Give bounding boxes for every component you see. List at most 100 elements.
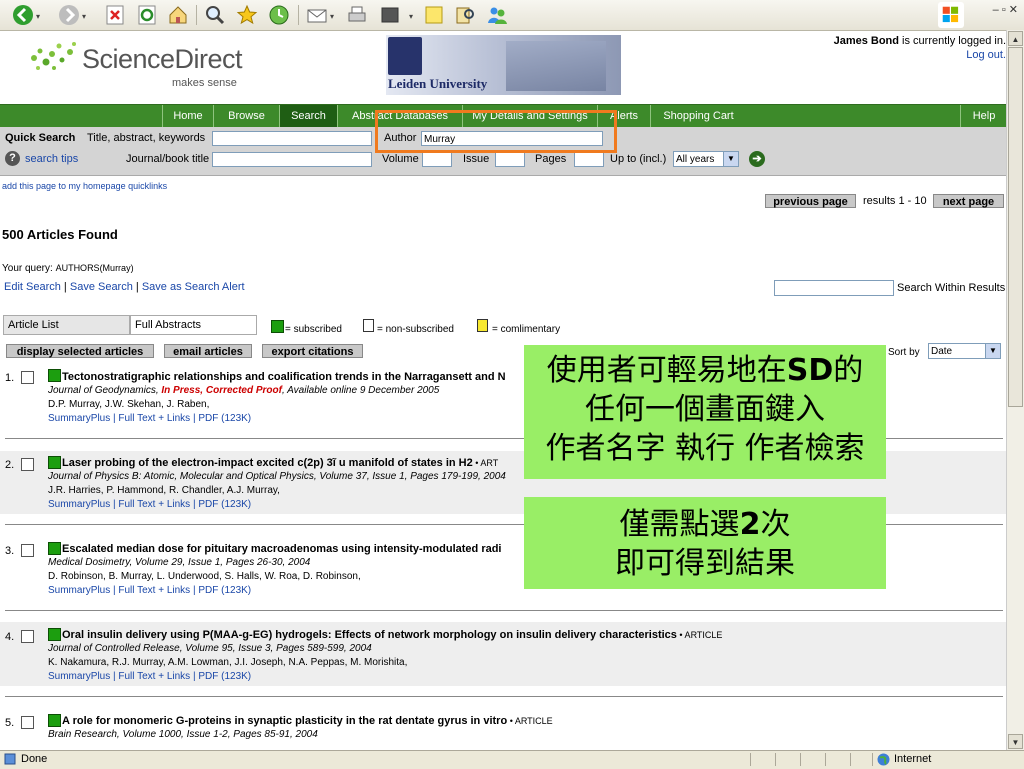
zone-text: Internet: [894, 753, 932, 765]
notes-icon[interactable]: [423, 4, 445, 26]
help-icon[interactable]: ?: [5, 151, 20, 166]
edit-icon[interactable]: [379, 4, 401, 26]
quicklinks-link[interactable]: add this page to my homepage quicklinks: [2, 181, 167, 191]
status-cell: [850, 753, 851, 766]
divider: [5, 610, 1003, 611]
article-title[interactable]: Oral insulin delivery using P(MAA-g-EG) …: [62, 629, 722, 641]
scroll-up-icon[interactable]: ▲: [1008, 31, 1023, 46]
annotation-box-author-search: 使用者可輕易地在SD的 任何一個畫面鍵入 作者名字 執行 作者檢索: [524, 345, 886, 479]
email-articles-button[interactable]: email articles: [164, 344, 252, 358]
sciencedirect-logo[interactable]: ScienceDirect: [82, 44, 243, 75]
institution-name: Leiden University: [388, 76, 488, 91]
article-title[interactable]: Tectonostratigraphic relationships and c…: [62, 371, 506, 383]
back-dropdown-icon[interactable]: ▾: [36, 12, 40, 21]
tab-full-abstracts[interactable]: Full Abstracts: [130, 315, 257, 335]
history-icon[interactable]: [268, 4, 290, 26]
subscribed-icon: [271, 320, 284, 333]
pages-label: Pages: [535, 153, 567, 165]
article-links[interactable]: SummaryPlus | Full Text + Links | PDF (1…: [48, 413, 251, 424]
export-citations-button[interactable]: export citations: [262, 344, 363, 358]
logout-link[interactable]: Log out.: [966, 49, 1006, 61]
go-arrow-icon[interactable]: ➔: [749, 151, 765, 167]
article-authors: D. Robinson, B. Murray, L. Underwood, S.…: [48, 571, 361, 582]
search-icon[interactable]: [204, 4, 226, 26]
years-select[interactable]: All years ▼: [673, 151, 739, 167]
home-icon[interactable]: [167, 4, 189, 26]
mail-dropdown-icon[interactable]: ▾: [330, 12, 334, 21]
favorites-star-icon[interactable]: [236, 4, 258, 26]
save-alert-link[interactable]: Save as Search Alert: [142, 281, 245, 293]
refresh-icon[interactable]: [136, 4, 158, 26]
sort-select[interactable]: Date ▼: [928, 343, 1001, 359]
browser-toolbar: ▾ ▾ ▾ ▾ – ▫ ✕: [0, 0, 1024, 31]
window-controls[interactable]: – ▫ ✕: [993, 3, 1018, 16]
article-checkbox[interactable]: [21, 630, 34, 643]
article-links[interactable]: SummaryPlus | Full Text + Links | PDF (1…: [48, 585, 251, 596]
back-icon[interactable]: [12, 4, 34, 26]
status-text: Done: [21, 753, 48, 765]
article-checkbox[interactable]: [21, 716, 34, 729]
scroll-down-icon[interactable]: ▼: [1008, 734, 1023, 749]
article-title[interactable]: A role for monomeric G-proteins in synap…: [62, 715, 553, 727]
vertical-scrollbar[interactable]: ▲ ▼: [1006, 30, 1024, 750]
search-tips-link[interactable]: search tips: [25, 153, 78, 165]
article-checkbox[interactable]: [21, 544, 34, 557]
legend-non-subscribed: = non-subscribed: [377, 324, 454, 335]
nav-help[interactable]: Help: [960, 105, 1007, 127]
article-number: 4.: [5, 631, 15, 643]
search-actions: Edit Search | Save Search | Save as Sear…: [4, 281, 245, 293]
complimentary-icon: [477, 319, 488, 332]
edit-dropdown-icon[interactable]: ▾: [409, 12, 413, 21]
dropdown-arrow-icon[interactable]: ▼: [985, 344, 1000, 358]
article-links[interactable]: SummaryPlus | Full Text + Links | PDF (1…: [48, 499, 251, 510]
tab-article-list[interactable]: Article List: [3, 315, 130, 335]
article-number: 2.: [5, 459, 15, 471]
stop-icon[interactable]: [104, 4, 126, 26]
dropdown-arrow-icon[interactable]: ▼: [723, 152, 738, 166]
print-icon[interactable]: [346, 4, 368, 26]
scroll-thumb[interactable]: [1008, 47, 1023, 407]
forward-icon[interactable]: [58, 4, 80, 26]
nav-home[interactable]: Home: [162, 105, 213, 127]
issue-input[interactable]: [495, 152, 525, 167]
edit-search-link[interactable]: Edit Search: [4, 281, 61, 293]
mail-icon[interactable]: [306, 4, 328, 26]
next-page-button[interactable]: next page: [933, 194, 1004, 208]
article-checkbox[interactable]: [21, 458, 34, 471]
in-press-flag: In Press, Corrected Proof: [161, 385, 282, 396]
article-title[interactable]: Escalated median dose for pituitary macr…: [62, 543, 502, 555]
save-search-link[interactable]: Save Search: [70, 281, 133, 293]
search-within-input[interactable]: [774, 280, 894, 296]
pages-input[interactable]: [574, 152, 604, 167]
annotation-box-two-clicks: 僅需點選2次 即可得到結果: [524, 497, 886, 589]
article-authors: D.P. Murray, J.W. Skehan, J. Raben,: [48, 399, 210, 410]
article-links[interactable]: SummaryPlus | Full Text + Links | PDF (1…: [48, 671, 251, 682]
article-checkbox[interactable]: [21, 371, 34, 384]
status-cell: [750, 753, 751, 766]
tak-input[interactable]: [212, 131, 372, 146]
volume-input[interactable]: [422, 152, 452, 167]
nav-browse[interactable]: Browse: [213, 105, 279, 127]
annotation-line-1: 使用者可輕易地在SD的: [546, 353, 864, 388]
sciencedirect-dots-icon: [26, 40, 80, 76]
page-icon: [4, 753, 16, 765]
search-within-label[interactable]: Search Within Results: [897, 282, 1005, 294]
previous-page-button[interactable]: previous page: [765, 194, 856, 208]
subscribed-icon: [48, 456, 61, 469]
non-subscribed-icon: [363, 319, 374, 332]
login-status: James Bond is currently logged in. Log o…: [834, 34, 1006, 62]
article-title[interactable]: Laser probing of the electron-impact exc…: [62, 457, 498, 469]
legend-subscribed: = subscribed: [285, 324, 342, 335]
nav-shopping-cart[interactable]: Shopping Cart: [650, 105, 746, 127]
messenger-icon[interactable]: [486, 4, 508, 26]
article-authors: J.R. Harries, P. Hammond, R. Chandler, A…: [48, 485, 280, 496]
divider: [5, 696, 1003, 697]
research-icon[interactable]: [454, 4, 476, 26]
forward-dropdown-icon[interactable]: ▾: [82, 12, 86, 21]
display-selected-button[interactable]: display selected articles: [6, 344, 154, 358]
subscribed-icon: [48, 542, 61, 555]
nav-search[interactable]: Search: [279, 105, 337, 127]
logged-in-text: is currently logged in.: [899, 35, 1006, 47]
subscribed-icon: [48, 369, 61, 382]
journal-input[interactable]: [212, 152, 372, 167]
